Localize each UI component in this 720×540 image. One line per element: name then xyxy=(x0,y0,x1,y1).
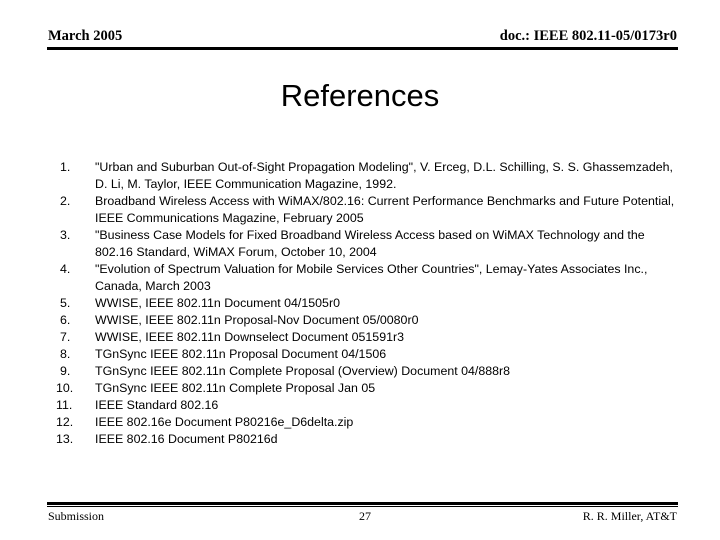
list-item: 7. WWISE, IEEE 802.11n Downselect Docume… xyxy=(56,329,676,346)
page-title: References xyxy=(280,78,440,113)
footer-row: Submission 27 R. R. Miller, AT&T xyxy=(47,508,678,526)
list-item: 9. TGnSync IEEE 802.11n Complete Proposa… xyxy=(56,363,676,380)
list-item: 3. "Business Case Models for Fixed Broad… xyxy=(56,227,676,261)
list-item-text: TGnSync IEEE 802.11n Complete Proposal (… xyxy=(95,364,511,378)
list-item: 13. IEEE 802.16 Document P80216d xyxy=(56,431,676,448)
list-item: 6. WWISE, IEEE 802.11n Proposal-Nov Docu… xyxy=(56,312,676,329)
list-item: 4. "Evolution of Spectrum Valuation for … xyxy=(56,261,676,295)
footer-divider-thin xyxy=(47,506,678,507)
list-item-number: 4. xyxy=(60,262,71,276)
list-item-number: 13. xyxy=(56,432,74,446)
list-item-number: 3. xyxy=(60,228,71,242)
footer-author: R. R. Miller, AT&T xyxy=(582,509,677,523)
header-document-id: doc.: IEEE 802.11-05/0173r0 xyxy=(499,28,677,44)
header-divider xyxy=(47,47,678,50)
list-item-number: 2. xyxy=(60,194,71,208)
list-item-text: WWISE, IEEE 802.11n Proposal-Nov Documen… xyxy=(95,313,419,327)
list-item-text: "Evolution of Spectrum Valuation for Mob… xyxy=(95,262,648,293)
list-item-text: TGnSync IEEE 802.11n Proposal Document 0… xyxy=(95,347,387,361)
list-item: 11. IEEE Standard 802.16 xyxy=(56,397,676,414)
list-item-text: IEEE Standard 802.16 xyxy=(95,398,219,412)
list-item-text: TGnSync IEEE 802.11n Complete Proposal J… xyxy=(95,381,376,395)
reference-list: 1. "Urban and Suburban Out-of-Sight Prop… xyxy=(56,159,676,448)
list-item-text: IEEE 802.16 Document P80216d xyxy=(95,432,278,446)
list-item-text: Broadband Wireless Access with WiMAX/802… xyxy=(95,194,675,225)
list-item-text: WWISE, IEEE 802.11n Downselect Document … xyxy=(95,330,405,344)
list-item-number: 7. xyxy=(60,330,71,344)
list-item: 1. "Urban and Suburban Out-of-Sight Prop… xyxy=(56,159,676,193)
list-item: 2. Broadband Wireless Access with WiMAX/… xyxy=(56,193,676,227)
slide: March 2005 doc.: IEEE 802.11-05/0173r0 R… xyxy=(0,0,720,540)
list-item: 8. TGnSync IEEE 802.11n Proposal Documen… xyxy=(56,346,676,363)
list-item-number: 12. xyxy=(56,415,74,429)
list-item-number: 9. xyxy=(60,364,71,378)
list-item: 10. TGnSync IEEE 802.11n Complete Propos… xyxy=(56,380,676,397)
list-item-text: WWISE, IEEE 802.11n Document 04/1505r0 xyxy=(95,296,340,310)
list-item-number: 11. xyxy=(56,398,73,412)
list-item-text: "Business Case Models for Fixed Broadban… xyxy=(95,228,645,259)
slide-header: March 2005 doc.: IEEE 802.11-05/0173r0 xyxy=(47,28,678,50)
list-item-number: 10. xyxy=(56,381,74,395)
footer-divider-thick xyxy=(47,502,678,505)
list-item-number: 1. xyxy=(60,160,71,174)
list-item-text: IEEE 802.16e Document P80216e_D6delta.zi… xyxy=(95,415,354,429)
list-item-number: 5. xyxy=(60,296,71,310)
header-date: March 2005 xyxy=(48,28,123,44)
list-item-number: 8. xyxy=(60,347,71,361)
list-item: 12. IEEE 802.16e Document P80216e_D6delt… xyxy=(56,414,676,431)
slide-footer: Submission 27 R. R. Miller, AT&T xyxy=(47,502,678,528)
header-row: March 2005 doc.: IEEE 802.11-05/0173r0 xyxy=(47,28,678,44)
list-item: 5. WWISE, IEEE 802.11n Document 04/1505r… xyxy=(56,295,676,312)
list-item-number: 6. xyxy=(60,313,71,327)
list-item-text: "Urban and Suburban Out-of-Sight Propaga… xyxy=(95,160,673,191)
